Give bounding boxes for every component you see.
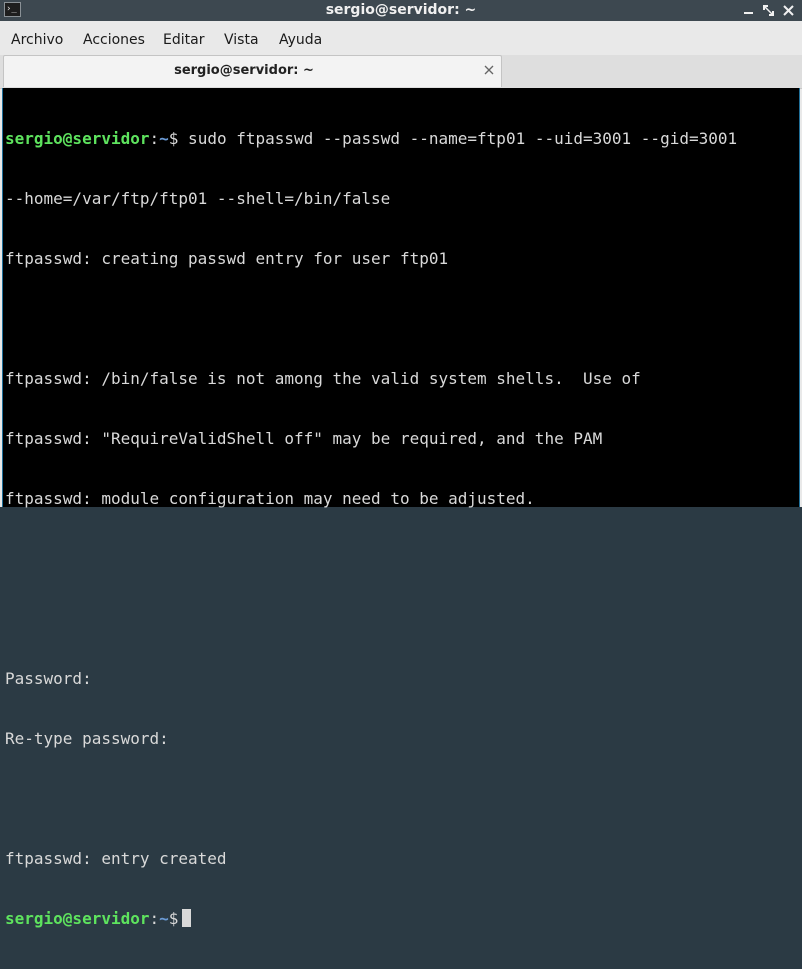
tab-terminal[interactable]: sergio@servidor: ~ <box>3 55 502 87</box>
output-line: Re-type password: <box>5 729 169 748</box>
prompt-user-host: sergio@servidor <box>5 129 150 148</box>
prompt-path: ~ <box>159 909 169 928</box>
terminal-output: sergio@servidor:~$ sudo ftpasswd --passw… <box>5 89 799 969</box>
prompt-symbol: $ <box>168 909 179 928</box>
terminal-window: ›_ sergio@servidor: ~ Archivo Acciones E… <box>0 0 802 928</box>
output-line: ftpasswd: /bin/false is not among the va… <box>5 369 641 388</box>
command-text: sudo ftpasswd --passwd --name=ftp01 --ui… <box>178 129 738 148</box>
menu-vista[interactable]: Vista <box>224 31 259 49</box>
terminal-area[interactable]: sergio@servidor:~$ sudo ftpasswd --passw… <box>2 88 800 928</box>
output-line: Password: <box>5 669 92 688</box>
window-title: sergio@servidor: ~ <box>325 2 477 18</box>
menu-bar: Archivo Acciones Editar Vista Ayuda <box>0 21 802 55</box>
menu-ayuda[interactable]: Ayuda <box>279 31 322 49</box>
prompt-colon: : <box>149 909 160 928</box>
output-line: ftpasswd: "RequireValidShell off" may be… <box>5 429 603 448</box>
command-line: sergio@servidor:~$ sudo ftpasswd --passw… <box>5 129 799 149</box>
tab-close-icon[interactable] <box>482 62 496 76</box>
text-cursor <box>182 909 192 927</box>
output-line: --home=/var/ftp/ftp01 --shell=/bin/false <box>5 189 391 208</box>
prompt-colon: : <box>149 129 160 148</box>
menu-acciones[interactable]: Acciones <box>83 31 145 49</box>
menu-editar[interactable]: Editar <box>163 31 204 49</box>
menu-archivo[interactable]: Archivo <box>11 31 63 49</box>
tab-label: sergio@servidor: ~ <box>174 63 314 78</box>
title-bar[interactable]: ›_ sergio@servidor: ~ <box>0 0 802 21</box>
prompt-path: ~ <box>159 129 169 148</box>
tab-strip: sergio@servidor: ~ <box>0 55 802 89</box>
prompt-user-host: sergio@servidor <box>5 909 150 928</box>
output-line: ftpasswd: creating passwd entry for user… <box>5 249 449 268</box>
output-line: ftpasswd: module configuration may need … <box>5 489 535 508</box>
current-prompt-line: sergio@servidor:~$ <box>5 909 799 929</box>
minimize-icon[interactable] <box>741 3 756 18</box>
close-window-icon[interactable] <box>781 3 796 18</box>
prompt-symbol: $ <box>168 129 179 148</box>
maximize-icon[interactable] <box>761 3 776 18</box>
output-line: ftpasswd: entry created <box>5 849 227 868</box>
